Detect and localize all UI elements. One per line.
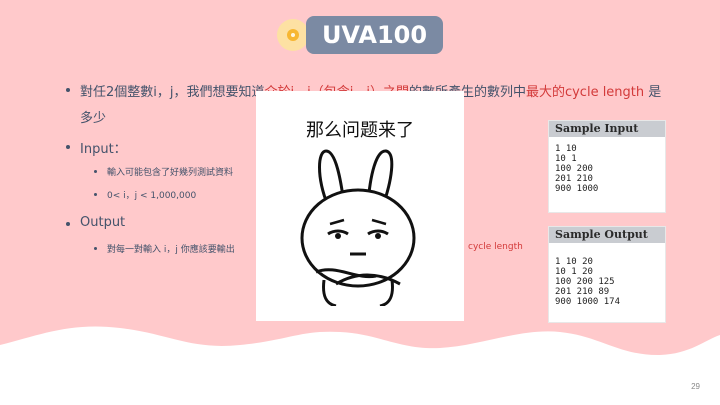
bullet-1-text-red-max: 最大的cycle length bbox=[525, 85, 645, 100]
sample-input-line: 201 210 bbox=[555, 174, 593, 184]
bullet-dot bbox=[66, 222, 70, 226]
output-sub-bullet-1-right: cycle length bbox=[468, 242, 523, 252]
sample-output-line: 1 10 20 bbox=[555, 257, 593, 267]
sample-input-line: 10 1 bbox=[555, 154, 577, 164]
meme-image: 那么问题来了 bbox=[256, 91, 464, 321]
rabbit-thinking-icon bbox=[300, 149, 416, 306]
sample-output-line: 100 200 125 bbox=[555, 277, 615, 287]
bullet-1-text-pre: 對任2個整數i，j，我們想要知道 bbox=[80, 85, 265, 100]
bullet-dot bbox=[66, 88, 70, 92]
bullet-output: Output bbox=[80, 215, 126, 230]
sub-bullet-dot bbox=[94, 193, 97, 196]
sample-output-body: 1 10 20 10 1 20 100 200 125 201 210 89 9… bbox=[549, 243, 665, 307]
input-sub-bullet-1: 輸入可能包含了好幾列測試資料 bbox=[107, 168, 234, 178]
sample-output-box: Sample Output 1 10 20 10 1 20 100 200 12… bbox=[548, 226, 666, 323]
sample-input-body: 1 10 10 1 100 200 201 210 900 1000 bbox=[549, 137, 665, 194]
sample-input-line: 100 200 bbox=[555, 164, 593, 174]
sample-output-line: 10 1 20 bbox=[555, 267, 593, 277]
sub-bullet-dot bbox=[94, 170, 97, 173]
output-sub-bullet-1-left: 對每一對輸入 i，j 你應該要輸出 bbox=[107, 245, 235, 255]
bullet-1-line-2: 多少 bbox=[80, 111, 107, 126]
sample-output-line: 201 210 89 bbox=[555, 287, 610, 297]
sample-input-header: Sample Input bbox=[549, 121, 665, 137]
sample-input-line: 1 10 bbox=[555, 144, 577, 154]
meme-caption: 那么问题来了 bbox=[306, 120, 414, 141]
sample-input-box: Sample Input 1 10 10 1 100 200 201 210 9… bbox=[548, 120, 666, 213]
sample-input-line: 900 1000 bbox=[555, 184, 599, 194]
sample-output-line: 900 1000 174 bbox=[555, 297, 621, 307]
page-number: 29 bbox=[691, 382, 700, 391]
bullet-input: Input： bbox=[80, 142, 127, 157]
sample-output-header: Sample Output bbox=[549, 227, 665, 243]
sub-bullet-dot bbox=[94, 247, 97, 250]
bullet-dot bbox=[66, 145, 70, 149]
bullet-1-text-post: 是 bbox=[644, 85, 662, 100]
input-sub-bullet-2: 0< i，j < 1,000,000 bbox=[107, 191, 197, 201]
